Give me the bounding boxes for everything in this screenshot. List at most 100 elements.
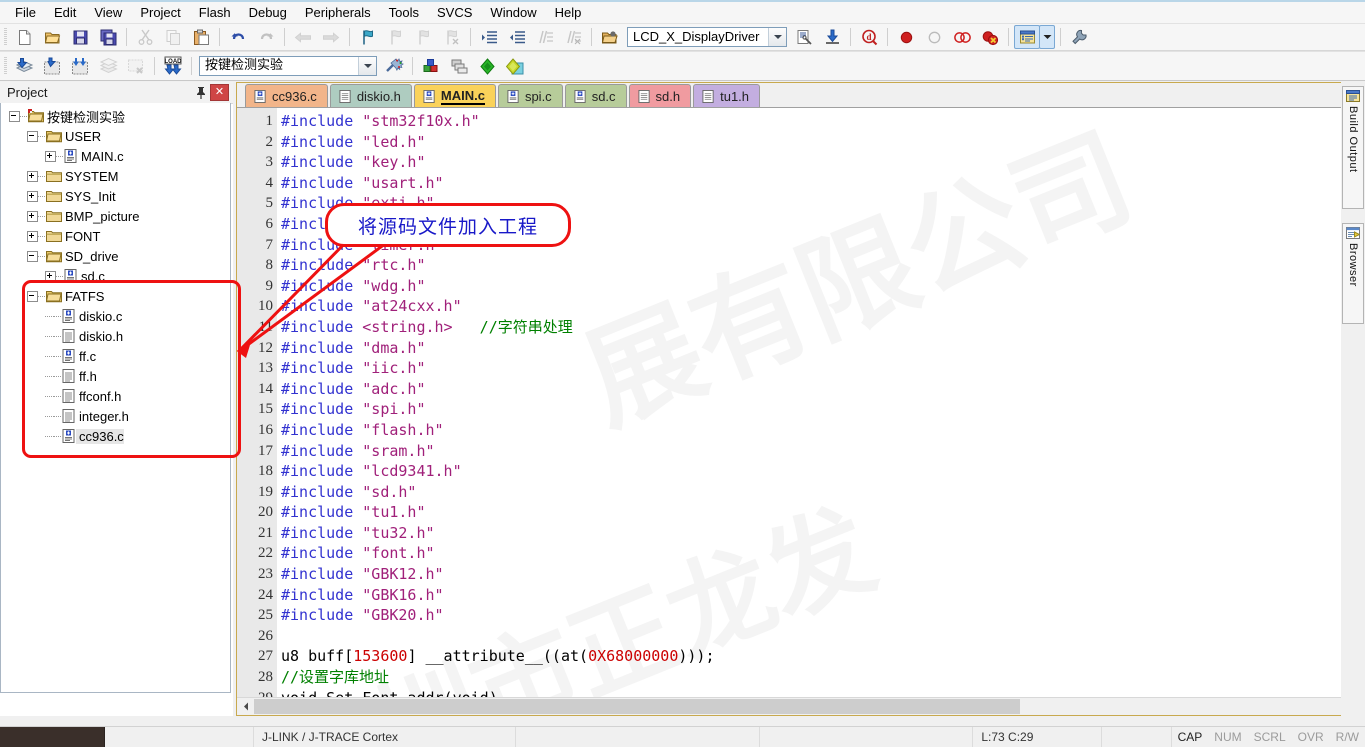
tree-item-integer-h[interactable]: integer.h xyxy=(1,406,230,426)
code-line[interactable]: 7#include "timer.h" xyxy=(237,235,1343,256)
menu-item-view[interactable]: View xyxy=(85,3,131,22)
editor-tab-sd-c[interactable]: sd.c xyxy=(565,84,627,107)
comment-icon[interactable] xyxy=(532,25,558,49)
project-tree[interactable]: 按键检测实验 USER MAIN.c xyxy=(0,103,231,693)
select-software-packs-icon[interactable] xyxy=(502,54,528,78)
tree-item-ff-c[interactable]: ff.c xyxy=(1,346,230,366)
code-line[interactable]: 14#include "adc.h" xyxy=(237,379,1343,400)
open-file-icon[interactable] xyxy=(39,25,65,49)
tree-toggle-plus-icon[interactable] xyxy=(45,271,56,282)
tree-item-diskio-c[interactable]: diskio.c xyxy=(1,306,230,326)
menu-item-tools[interactable]: Tools xyxy=(380,3,428,22)
undo-icon[interactable] xyxy=(225,25,251,49)
code-line[interactable]: 12#include "dma.h" xyxy=(237,338,1343,359)
menu-item-svcs[interactable]: SVCS xyxy=(428,3,481,22)
copy-icon[interactable] xyxy=(160,25,186,49)
bookmark-toggle-icon[interactable] xyxy=(355,25,381,49)
code-line[interactable]: 19#include "sd.h" xyxy=(237,482,1343,503)
manage-project-items-icon[interactable] xyxy=(418,54,444,78)
code-line[interactable]: 5#include "exti.h" xyxy=(237,193,1343,214)
code-line[interactable]: 3#include "key.h" xyxy=(237,152,1343,173)
tree-item-sys-init[interactable]: SYS_Init xyxy=(1,186,230,206)
code-line[interactable]: 13#include "iic.h" xyxy=(237,358,1343,379)
pin-icon[interactable] xyxy=(192,84,210,102)
chevron-down-icon[interactable] xyxy=(768,28,786,46)
code-line[interactable]: 22#include "font.h" xyxy=(237,543,1343,564)
tree-item-fatfs[interactable]: FATFS xyxy=(1,286,230,306)
code-line[interactable]: 11#include <string.h> //字符串处理 xyxy=(237,317,1343,338)
target-combo[interactable]: LCD_X_DisplayDriver xyxy=(627,27,787,47)
tree-item-system[interactable]: SYSTEM xyxy=(1,166,230,186)
code-line[interactable]: 21#include "tu32.h" xyxy=(237,523,1343,544)
code-line[interactable]: 20#include "tu1.h" xyxy=(237,502,1343,523)
code-line[interactable]: 8#include "rtc.h" xyxy=(237,255,1343,276)
code-line[interactable]: 24#include "GBK16.h" xyxy=(237,585,1343,606)
tree-toggle-minus-icon[interactable] xyxy=(9,111,20,122)
editor-tab-sd-h[interactable]: sd.h xyxy=(629,84,692,107)
stop-build-icon[interactable] xyxy=(123,54,149,78)
menu-item-file[interactable]: File xyxy=(6,3,45,22)
translate-icon[interactable] xyxy=(11,54,37,78)
dock-tab-browser[interactable]: Browser xyxy=(1342,223,1364,324)
scroll-left-icon[interactable] xyxy=(237,698,254,715)
menu-item-edit[interactable]: Edit xyxy=(45,3,85,22)
code-line[interactable]: 27u8 buff[153600] __attribute__((at(0X68… xyxy=(237,646,1343,667)
code-line[interactable]: 18#include "lcd9341.h" xyxy=(237,461,1343,482)
code-line[interactable]: 1#include "stm32f10x.h" xyxy=(237,111,1343,132)
rebuild-icon[interactable] xyxy=(67,54,93,78)
tree-item-user[interactable]: USER xyxy=(1,126,230,146)
code-line[interactable]: 15#include "spi.h" xyxy=(237,399,1343,420)
outdent-icon[interactable] xyxy=(504,25,530,49)
tree-item-ffconf-h[interactable]: ffconf.h xyxy=(1,386,230,406)
dock-tab-build-output[interactable]: Build Output xyxy=(1342,86,1364,209)
code-line[interactable]: 28//设置字库地址 xyxy=(237,667,1343,688)
pack-installer-icon[interactable] xyxy=(474,54,500,78)
editor-tab-diskio-h[interactable]: diskio.h xyxy=(330,84,412,107)
code-line[interactable]: 4#include "usart.h" xyxy=(237,173,1343,194)
indent-icon[interactable] xyxy=(476,25,502,49)
open-magic-wand-icon[interactable] xyxy=(597,25,623,49)
manage-run-time-env-icon[interactable] xyxy=(446,54,472,78)
paste-icon[interactable] xyxy=(188,25,214,49)
file-extensions-icon[interactable] xyxy=(791,25,817,49)
close-icon[interactable]: ✕ xyxy=(210,84,229,101)
tree-toggle-plus-icon[interactable] xyxy=(27,211,38,222)
toolbar-grip[interactable] xyxy=(4,28,7,46)
new-file-icon[interactable] xyxy=(11,25,37,49)
project-window-dropdown-icon[interactable] xyxy=(1039,25,1055,49)
save-all-icon[interactable] xyxy=(95,25,121,49)
cut-icon[interactable] xyxy=(132,25,158,49)
batch-build-icon[interactable] xyxy=(95,54,121,78)
tree-item-sd-c[interactable]: sd.c xyxy=(1,266,230,286)
code-line[interactable]: 16#include "flash.h" xyxy=(237,420,1343,441)
code-line[interactable]: 23#include "GBK12.h" xyxy=(237,564,1343,585)
breakpoint-disable-icon[interactable] xyxy=(921,25,947,49)
tree-item-cc936-c[interactable]: cc936.c xyxy=(1,426,230,446)
tree-toggle-minus-icon[interactable] xyxy=(27,131,38,142)
target-options-icon[interactable] xyxy=(381,54,407,78)
chevron-down-icon[interactable] xyxy=(358,57,376,75)
load-icon[interactable]: LOAD xyxy=(160,54,186,78)
horizontal-scrollbar-thumb[interactable] xyxy=(254,699,1020,714)
editor-tab-main-c[interactable]: MAIN.c xyxy=(414,84,496,107)
code-line[interactable]: 9#include "wdg.h" xyxy=(237,276,1343,297)
tree-item-bmp-picture[interactable]: BMP_picture xyxy=(1,206,230,226)
code-lines[interactable]: 1#include "stm32f10x.h"2#include "led.h"… xyxy=(237,108,1343,698)
code-line[interactable]: 26 xyxy=(237,626,1343,647)
tree-item-diskio-h[interactable]: diskio.h xyxy=(1,326,230,346)
tree-item-sd-drive[interactable]: SD_drive xyxy=(1,246,230,266)
project-window-icon[interactable] xyxy=(1014,25,1040,49)
download-icon[interactable] xyxy=(819,25,845,49)
bookmark-next-icon[interactable] xyxy=(411,25,437,49)
debug-session-icon[interactable]: d xyxy=(856,25,882,49)
editor-tab-spi-c[interactable]: spi.c xyxy=(498,84,563,107)
toolbar-grip[interactable] xyxy=(4,57,7,75)
uncomment-icon[interactable] xyxy=(560,25,586,49)
code-line[interactable]: 2#include "led.h" xyxy=(237,132,1343,153)
bookmark-prev-icon[interactable] xyxy=(383,25,409,49)
menu-item-project[interactable]: Project xyxy=(131,3,189,22)
code-line[interactable]: 6#include "touch.h" xyxy=(237,214,1343,235)
editor-tab-tu1-h[interactable]: tu1.h xyxy=(693,84,760,107)
breakpoint-kill-all-icon[interactable] xyxy=(977,25,1003,49)
tree-item-project-root[interactable]: 按键检测实验 xyxy=(1,106,230,126)
